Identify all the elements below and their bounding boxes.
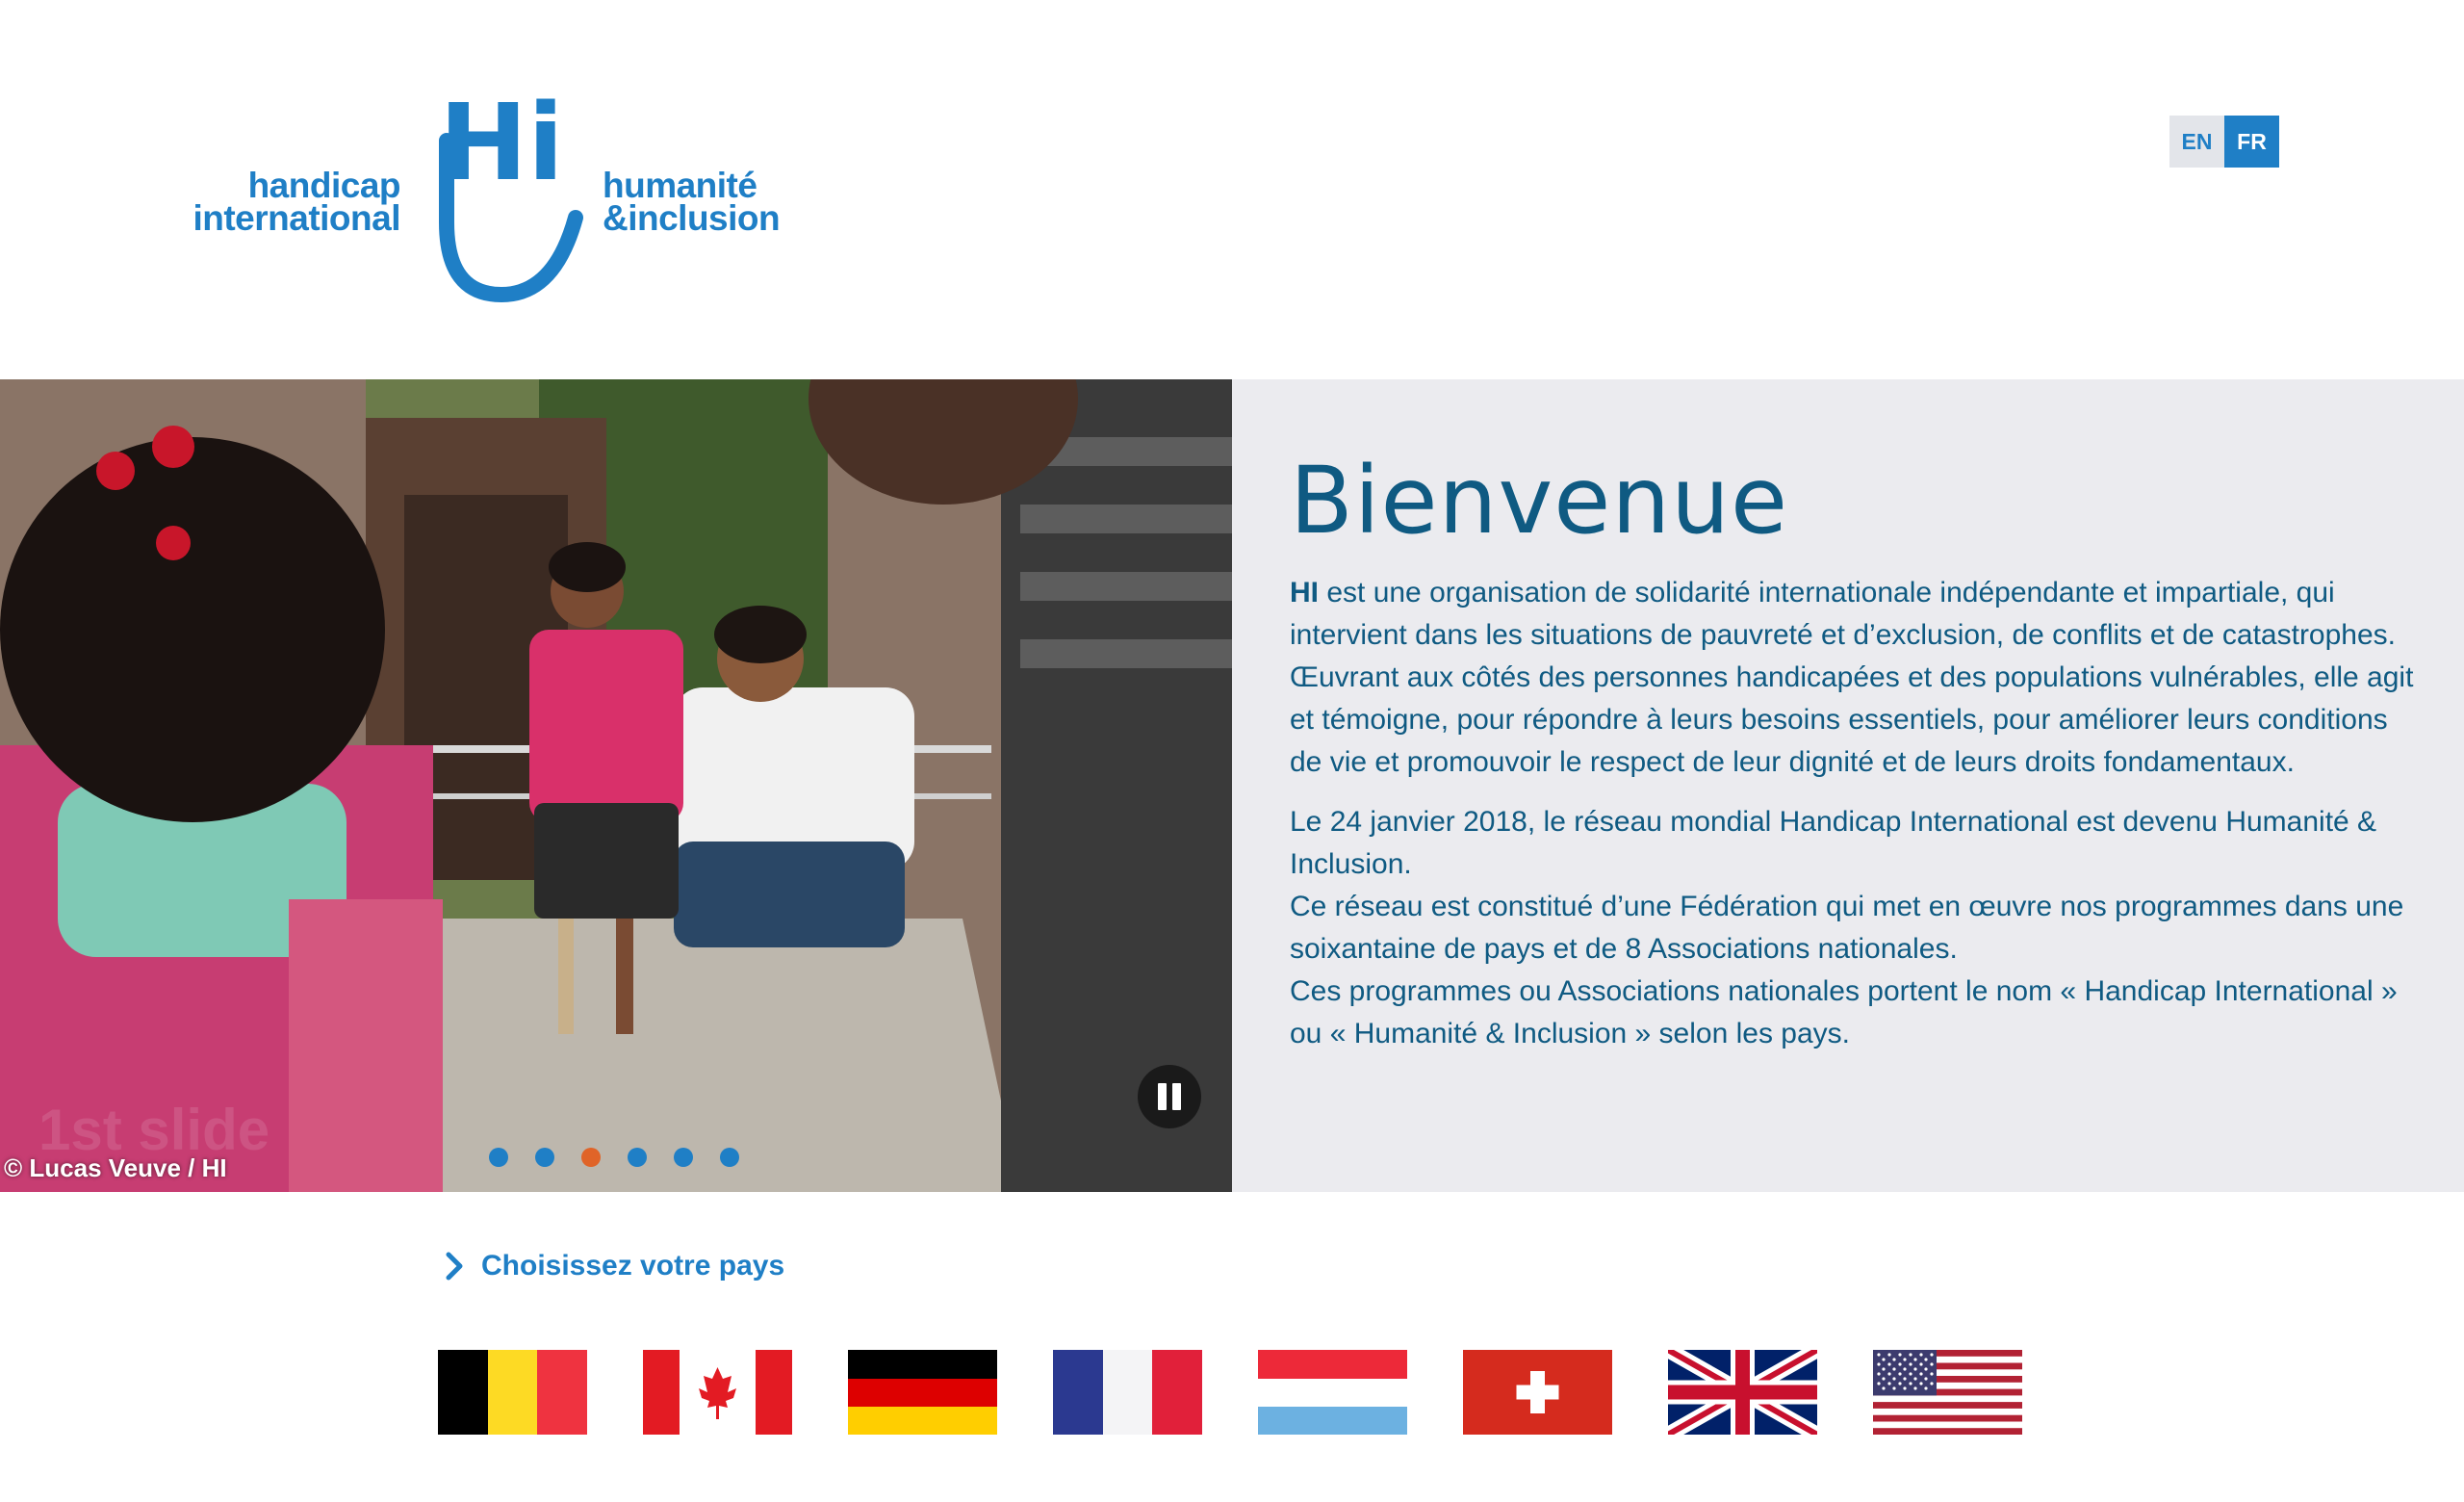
header: handicap international Hi humanité &incl… <box>0 0 2464 379</box>
choose-country-label: Choisissez votre pays <box>481 1250 785 1282</box>
photo-slider[interactable]: 1st slide © Lucas Veuve / HI <box>0 379 1232 1192</box>
logo-left-line2: international <box>192 198 400 238</box>
slide-photo: 1st slide <box>0 379 1232 1192</box>
welcome-title: Bienvenue <box>1290 447 1789 555</box>
paragraph2-line1: Le 24 janvier 2018, le réseau mondial Ha… <box>1290 806 2377 880</box>
logo-mark: Hi <box>439 81 564 204</box>
belgium-flag[interactable] <box>438 1350 587 1435</box>
chevron-right-icon <box>446 1252 463 1281</box>
logo-right-line2: &inclusion <box>603 198 781 238</box>
svg-text:1st slide: 1st slide <box>38 1098 270 1162</box>
lang-fr-button[interactable]: FR <box>2224 116 2279 168</box>
photo-credit: © Lucas Veuve / HI <box>4 1153 227 1182</box>
slider-pagination <box>489 1148 739 1167</box>
slider-dot-3[interactable] <box>581 1148 601 1167</box>
slider-dot-1[interactable] <box>489 1148 508 1167</box>
slider-dot-2[interactable] <box>535 1148 554 1167</box>
paragraph2-line2: Ce réseau est constitué d’une Fédération… <box>1290 891 2404 965</box>
germany-flag[interactable] <box>848 1350 997 1435</box>
paragraph2-line3: Ces programmes ou Associations nationale… <box>1290 975 2398 1049</box>
switzerland-flag[interactable] <box>1463 1350 1612 1435</box>
paragraph1-text: est une organisation de solidarité inter… <box>1290 577 2414 778</box>
pause-icon <box>1158 1083 1167 1110</box>
slider-dot-6[interactable] <box>720 1148 739 1167</box>
welcome-panel: Bienvenue HI est une organisation de sol… <box>1232 379 2464 1192</box>
hero-section: 1st slide © Lucas Veuve / HI Bienvenue H… <box>0 379 2464 1192</box>
united-kingdom-flag[interactable] <box>1668 1350 1817 1435</box>
welcome-paragraph-2: Le 24 janvier 2018, le réseau mondial Ha… <box>1290 801 2416 1055</box>
lang-en-button[interactable]: EN <box>2169 116 2224 168</box>
logo-left-line1: handicap <box>247 166 401 205</box>
logo-text-humanite-inclusion: humanité &inclusion <box>603 166 814 238</box>
canada-flag[interactable] <box>643 1350 792 1435</box>
hi-bold: HI <box>1290 577 1319 609</box>
country-flags <box>438 1350 2022 1435</box>
slider-dot-5[interactable] <box>674 1148 693 1167</box>
logo-right-line1: humanité <box>603 166 757 205</box>
pause-button[interactable] <box>1138 1065 1201 1128</box>
logo-text-handicap-international: handicap international <box>179 166 401 238</box>
welcome-paragraph-1: HI est une organisation de solidarité in… <box>1290 572 2416 784</box>
language-switcher: EN FR <box>2169 116 2279 168</box>
hi-logo[interactable]: handicap international Hi humanité &incl… <box>179 73 781 304</box>
luxembourg-flag[interactable] <box>1258 1350 1407 1435</box>
welcome-text: HI est une organisation de solidarité in… <box>1290 572 2416 1073</box>
hand-logo-icon: Hi <box>439 81 583 303</box>
united-states-flag[interactable] <box>1873 1350 2022 1435</box>
france-flag[interactable] <box>1053 1350 1202 1435</box>
choose-country-link[interactable]: Choisissez votre pays <box>445 1250 784 1282</box>
slider-dot-4[interactable] <box>628 1148 647 1167</box>
